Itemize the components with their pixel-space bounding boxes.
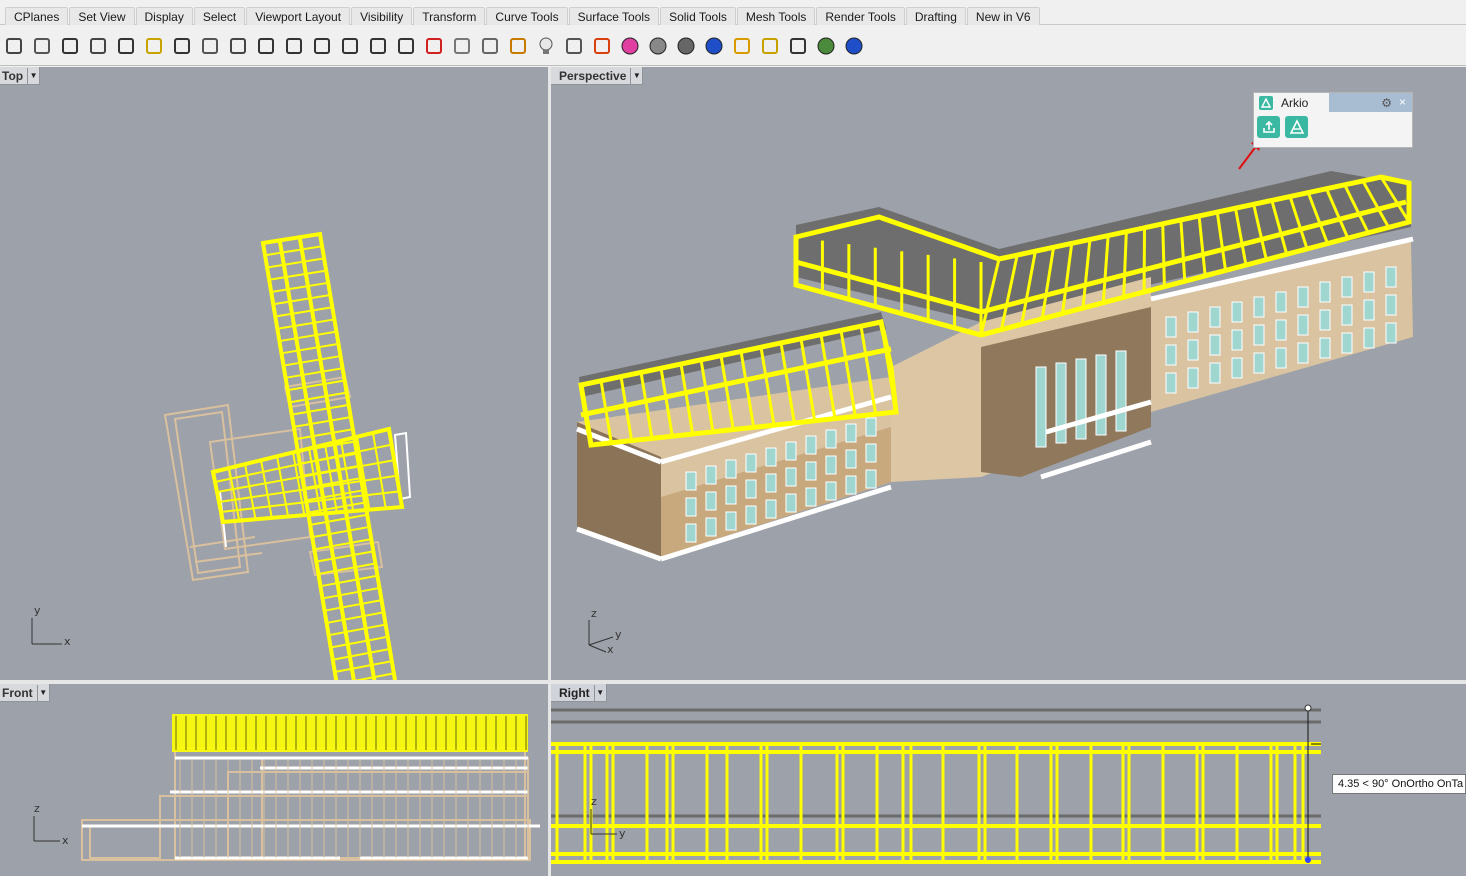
tab-solid-tools[interactable]: Solid Tools <box>660 7 736 25</box>
chevron-down-icon[interactable]: ▼ <box>36 684 49 701</box>
tab-transform[interactable]: Transform <box>413 7 486 25</box>
chevron-down-icon[interactable]: ▼ <box>593 684 606 701</box>
paste-icon[interactable] <box>140 32 168 60</box>
viewport-right-label[interactable]: Right ▼ <box>551 684 607 702</box>
zoom-extents-icon[interactable] <box>308 32 336 60</box>
light-bulb-icon[interactable] <box>532 32 560 60</box>
close-icon[interactable]: × <box>1399 95 1406 109</box>
blue-sphere-icon[interactable] <box>700 32 728 60</box>
tab-set-view[interactable]: Set View <box>69 7 135 25</box>
properties-icon[interactable] <box>56 32 84 60</box>
tab-surface-tools[interactable]: Surface Tools <box>568 7 660 25</box>
rotate-view-icon[interactable] <box>224 32 252 60</box>
tab-curve-tools[interactable]: Curve Tools <box>486 7 568 25</box>
top-view-geometry: y x <box>31 231 412 680</box>
cut-icon[interactable] <box>84 32 112 60</box>
viewport-perspective-label[interactable]: Perspective ▼ <box>551 67 644 85</box>
tab-new-in-v6[interactable]: New in V6 <box>966 7 1040 25</box>
front-view-geometry: z x <box>33 714 540 861</box>
top-axis-x-label: x <box>64 635 71 648</box>
arkio-export-button[interactable] <box>1257 116 1280 138</box>
gear-settings-icon[interactable] <box>756 32 784 60</box>
front-axis-x-label: x <box>62 834 69 847</box>
persp-axis-x-label: x <box>607 643 614 656</box>
undo-view-icon[interactable] <box>364 32 392 60</box>
rendered-sphere-icon[interactable] <box>672 32 700 60</box>
color-wheel-icon[interactable] <box>616 32 644 60</box>
viewport-splitter-vertical[interactable] <box>548 67 551 876</box>
viewport-top[interactable]: y x Top ▼ <box>0 67 548 680</box>
copy-icon[interactable] <box>112 32 140 60</box>
arkio-open-button[interactable] <box>1285 116 1308 138</box>
layer-icon[interactable] <box>588 32 616 60</box>
arkio-panel: Arkio ⚙ × <box>1253 92 1413 148</box>
perspective-view-geometry: z y x <box>576 137 1414 656</box>
viewport-top-label[interactable]: Top ▼ <box>0 67 41 85</box>
globe-icon[interactable] <box>812 32 840 60</box>
undo-icon[interactable] <box>168 32 196 60</box>
arkio-panel-title: Arkio <box>1281 95 1309 110</box>
help-icon[interactable] <box>840 32 868 60</box>
four-viewports-icon[interactable] <box>392 32 420 60</box>
snap-icon[interactable] <box>504 32 532 60</box>
save-icon[interactable] <box>0 32 28 60</box>
toolbar-tabs: CPlanes Set View Display Select Viewport Lay… <box>0 0 1466 25</box>
zoom-icon[interactable] <box>252 32 280 60</box>
pan-icon[interactable] <box>196 32 224 60</box>
tab-select[interactable]: Select <box>193 7 246 25</box>
chevron-down-icon[interactable]: ▼ <box>27 67 39 84</box>
right-axis-y-label: y <box>619 827 626 840</box>
dimension-icon[interactable] <box>784 32 812 60</box>
tab-cplanes[interactable]: CPlanes <box>5 7 69 25</box>
gear-icon[interactable]: ⚙ <box>1381 96 1392 110</box>
persp-axis-z-label: z <box>591 607 597 620</box>
tab-visibility[interactable]: Visibility <box>351 7 413 25</box>
tab-render-tools[interactable]: Render Tools <box>816 7 905 25</box>
right-axis-z-label: z <box>591 795 597 808</box>
viewport-perspective[interactable]: z y x Perspective ▼ <box>551 67 1466 680</box>
upload-icon <box>1262 120 1275 133</box>
shaded-sphere-icon[interactable] <box>644 32 672 60</box>
arkio-logo-icon <box>1289 119 1304 134</box>
tab-mesh-tools[interactable]: Mesh Tools <box>736 7 816 25</box>
rhino-window: CPlanes Set View Display Select Viewport Lay… <box>0 0 1466 876</box>
arkio-logo-icon <box>1259 95 1273 110</box>
arkio-panel-header[interactable]: Arkio ⚙ × <box>1254 93 1412 112</box>
viewport-front-label[interactable]: Front ▼ <box>0 684 50 702</box>
viewport-splitter-horizontal[interactable] <box>0 680 1466 684</box>
front-axis-z-label: z <box>34 802 40 815</box>
car-icon[interactable] <box>420 32 448 60</box>
zoom-selected-icon[interactable] <box>336 32 364 60</box>
pencil-icon[interactable] <box>728 32 756 60</box>
tab-drafting[interactable]: Drafting <box>905 7 966 25</box>
standard-toolbar <box>0 26 1466 66</box>
tab-viewport-layout[interactable]: Viewport Layout <box>246 7 351 25</box>
tab-display[interactable]: Display <box>135 7 193 25</box>
lock-icon[interactable] <box>560 32 588 60</box>
osnap-tooltip: 4.35 < 90° OnOrtho OnTa <box>1332 774 1466 794</box>
ghosted-icon[interactable] <box>448 32 476 60</box>
zoom-window-icon[interactable] <box>280 32 308 60</box>
top-axis-y-label: y <box>34 604 41 617</box>
right-view-geometry: z y <box>551 704 1321 864</box>
chevron-down-icon[interactable]: ▼ <box>630 67 642 84</box>
viewport-front[interactable]: z x Front ▼ <box>0 684 548 876</box>
viewport-right[interactable]: z y Right ▼ <box>551 684 1466 876</box>
persp-axis-y-label: y <box>615 628 622 641</box>
print-icon[interactable] <box>28 32 56 60</box>
point-icon[interactable] <box>476 32 504 60</box>
